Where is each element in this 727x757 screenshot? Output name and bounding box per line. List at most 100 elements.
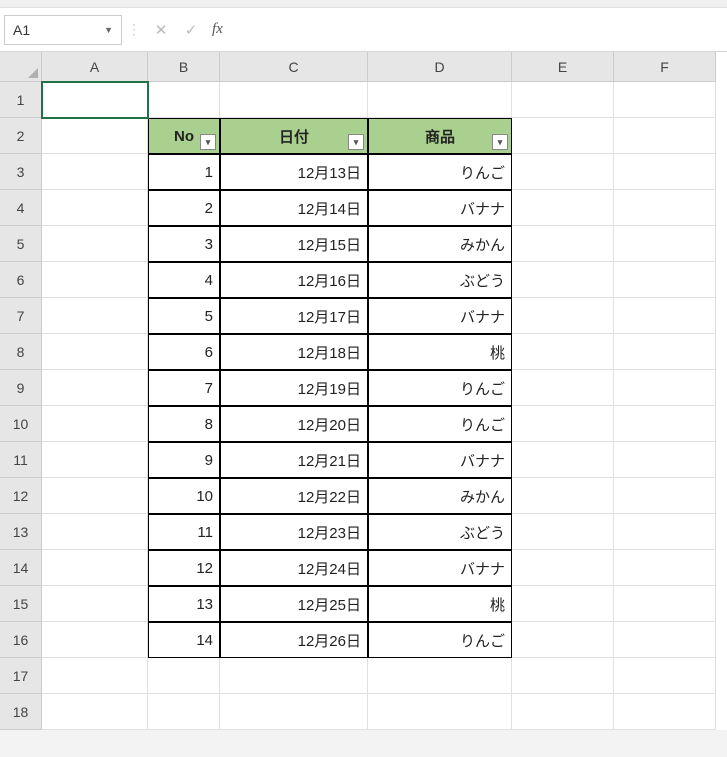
cell-C1[interactable]: [220, 82, 368, 118]
row-header-6[interactable]: 6: [0, 262, 42, 298]
cell-product[interactable]: ぶどう: [368, 262, 512, 298]
cell-no[interactable]: 4: [148, 262, 220, 298]
cell-A12[interactable]: [42, 478, 148, 514]
cell-F16[interactable]: [614, 622, 716, 658]
table-header-date[interactable]: 日付▾: [220, 118, 368, 154]
cancel-formula-button[interactable]: ✕: [146, 21, 176, 39]
cell-F5[interactable]: [614, 226, 716, 262]
cell-product[interactable]: りんご: [368, 622, 512, 658]
row-header-16[interactable]: 16: [0, 622, 42, 658]
row-header-3[interactable]: 3: [0, 154, 42, 190]
cell-date[interactable]: 12月15日: [220, 226, 368, 262]
cell-product[interactable]: バナナ: [368, 550, 512, 586]
cell-no[interactable]: 3: [148, 226, 220, 262]
row-header-10[interactable]: 10: [0, 406, 42, 442]
cell-product[interactable]: みかん: [368, 226, 512, 262]
cell-date[interactable]: 12月13日: [220, 154, 368, 190]
cell-no[interactable]: 6: [148, 334, 220, 370]
cell-A17[interactable]: [42, 658, 148, 694]
fx-icon[interactable]: fx: [206, 21, 229, 38]
cell-date[interactable]: 12月18日: [220, 334, 368, 370]
cell-no[interactable]: 10: [148, 478, 220, 514]
cell-E16[interactable]: [512, 622, 614, 658]
table-header-no[interactable]: No▾: [148, 118, 220, 154]
cell-date[interactable]: 12月21日: [220, 442, 368, 478]
cell-product[interactable]: バナナ: [368, 298, 512, 334]
column-header-E[interactable]: E: [512, 52, 614, 82]
cell-no[interactable]: 13: [148, 586, 220, 622]
cell-C18[interactable]: [220, 694, 368, 730]
row-header-11[interactable]: 11: [0, 442, 42, 478]
column-header-D[interactable]: D: [368, 52, 512, 82]
row-header-5[interactable]: 5: [0, 226, 42, 262]
cell-date[interactable]: 12月26日: [220, 622, 368, 658]
chevron-down-icon[interactable]: ▼: [104, 25, 113, 35]
filter-dropdown-icon[interactable]: ▾: [348, 134, 364, 150]
confirm-formula-button[interactable]: ✓: [176, 21, 206, 39]
cell-date[interactable]: 12月19日: [220, 370, 368, 406]
cell-date[interactable]: 12月17日: [220, 298, 368, 334]
cell-no[interactable]: 8: [148, 406, 220, 442]
row-header-18[interactable]: 18: [0, 694, 42, 730]
row-header-17[interactable]: 17: [0, 658, 42, 694]
cell-A14[interactable]: [42, 550, 148, 586]
cell-A2[interactable]: [42, 118, 148, 154]
cell-E2[interactable]: [512, 118, 614, 154]
cell-E13[interactable]: [512, 514, 614, 550]
cell-E7[interactable]: [512, 298, 614, 334]
cell-F3[interactable]: [614, 154, 716, 190]
cell-no[interactable]: 7: [148, 370, 220, 406]
cell-product[interactable]: りんご: [368, 406, 512, 442]
cell-no[interactable]: 12: [148, 550, 220, 586]
cell-date[interactable]: 12月16日: [220, 262, 368, 298]
cell-E15[interactable]: [512, 586, 614, 622]
cell-product[interactable]: 桃: [368, 586, 512, 622]
cell-F18[interactable]: [614, 694, 716, 730]
cell-F4[interactable]: [614, 190, 716, 226]
row-header-14[interactable]: 14: [0, 550, 42, 586]
cell-product[interactable]: みかん: [368, 478, 512, 514]
cell-E6[interactable]: [512, 262, 614, 298]
cell-E3[interactable]: [512, 154, 614, 190]
cell-E12[interactable]: [512, 478, 614, 514]
cell-A8[interactable]: [42, 334, 148, 370]
cell-A7[interactable]: [42, 298, 148, 334]
row-header-8[interactable]: 8: [0, 334, 42, 370]
cell-no[interactable]: 9: [148, 442, 220, 478]
cell-A9[interactable]: [42, 370, 148, 406]
cell-E11[interactable]: [512, 442, 614, 478]
select-all-corner[interactable]: [0, 52, 42, 82]
cell-date[interactable]: 12月23日: [220, 514, 368, 550]
cell-D17[interactable]: [368, 658, 512, 694]
cell-F1[interactable]: [614, 82, 716, 118]
cell-product[interactable]: バナナ: [368, 442, 512, 478]
row-header-4[interactable]: 4: [0, 190, 42, 226]
cell-no[interactable]: 1: [148, 154, 220, 190]
column-header-A[interactable]: A: [42, 52, 148, 82]
cell-E18[interactable]: [512, 694, 614, 730]
cell-F11[interactable]: [614, 442, 716, 478]
cell-date[interactable]: 12月25日: [220, 586, 368, 622]
cell-A1[interactable]: [42, 82, 148, 118]
cell-grid[interactable]: No▾日付▾商品▾112月13日りんご212月14日バナナ312月15日みかん4…: [42, 82, 716, 730]
cell-A16[interactable]: [42, 622, 148, 658]
cell-E4[interactable]: [512, 190, 614, 226]
cell-A6[interactable]: [42, 262, 148, 298]
cell-D18[interactable]: [368, 694, 512, 730]
cell-E14[interactable]: [512, 550, 614, 586]
cell-B18[interactable]: [148, 694, 220, 730]
row-header-2[interactable]: 2: [0, 118, 42, 154]
cell-A11[interactable]: [42, 442, 148, 478]
filter-dropdown-icon[interactable]: ▾: [492, 134, 508, 150]
cell-date[interactable]: 12月24日: [220, 550, 368, 586]
cell-F14[interactable]: [614, 550, 716, 586]
cell-F8[interactable]: [614, 334, 716, 370]
cell-A4[interactable]: [42, 190, 148, 226]
cell-F17[interactable]: [614, 658, 716, 694]
cell-A18[interactable]: [42, 694, 148, 730]
cell-no[interactable]: 14: [148, 622, 220, 658]
cell-E9[interactable]: [512, 370, 614, 406]
row-header-1[interactable]: 1: [0, 82, 42, 118]
cell-date[interactable]: 12月20日: [220, 406, 368, 442]
cell-no[interactable]: 5: [148, 298, 220, 334]
